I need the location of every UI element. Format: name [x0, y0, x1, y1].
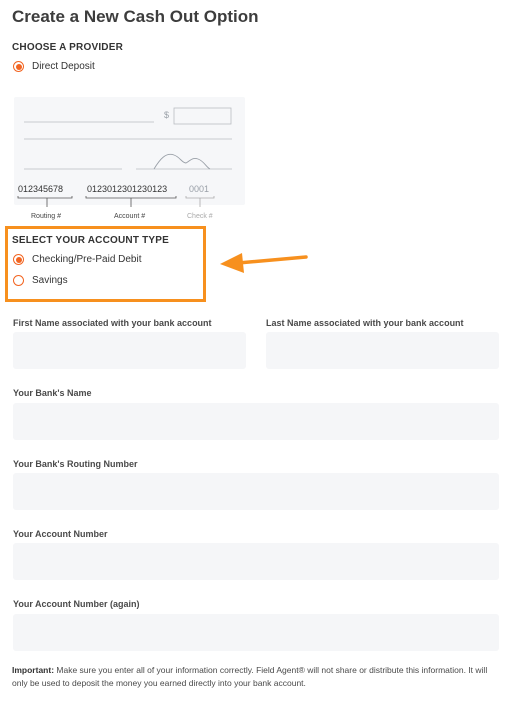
routing-caption: Routing #: [31, 213, 61, 220]
account-type-heading: SELECT YOUR ACCOUNT TYPE: [12, 235, 170, 246]
check-routing-number: 012345678: [18, 184, 63, 194]
radio-selected-icon[interactable]: [13, 61, 24, 72]
check-illustration: $ 012345678 0123012301230123 0001 Routin…: [14, 97, 246, 225]
check-caption: Check #: [187, 213, 213, 220]
important-note: Important: Make sure you enter all of yo…: [12, 664, 502, 690]
account-type-checking[interactable]: Checking/Pre-Paid Debit: [13, 254, 142, 265]
account-number-label: Your Account Number: [13, 529, 108, 539]
account-number-again-label: Your Account Number (again): [13, 599, 140, 609]
routing-number-input[interactable]: [13, 473, 499, 510]
check-number: 0001: [189, 184, 209, 194]
account-type-savings[interactable]: Savings: [13, 275, 68, 286]
radio-unselected-icon[interactable]: [13, 275, 24, 286]
last-name-input[interactable]: [266, 332, 499, 369]
provider-option-direct-deposit[interactable]: Direct Deposit: [13, 61, 95, 72]
first-name-input[interactable]: [13, 332, 246, 369]
bank-name-input[interactable]: [13, 403, 499, 440]
first-name-label: First Name associated with your bank acc…: [13, 318, 212, 328]
page-title: Create a New Cash Out Option: [12, 7, 259, 26]
account-type-checking-label: Checking/Pre-Paid Debit: [32, 254, 142, 265]
account-number-input[interactable]: [13, 543, 499, 580]
account-caption: Account #: [114, 213, 145, 220]
routing-number-label: Your Bank's Routing Number: [13, 459, 138, 469]
account-number-again-input[interactable]: [13, 614, 499, 651]
provider-option-label: Direct Deposit: [32, 61, 95, 72]
choose-provider-heading: CHOOSE A PROVIDER: [12, 42, 124, 53]
important-note-prefix: Important:: [12, 665, 55, 675]
dollar-sign: $: [164, 110, 169, 120]
bank-name-label: Your Bank's Name: [13, 388, 92, 398]
last-name-label: Last Name associated with your bank acco…: [266, 318, 464, 328]
important-note-text: Make sure you enter all of your informat…: [12, 665, 488, 688]
radio-selected-icon[interactable]: [13, 254, 24, 265]
arrow-left-icon: [220, 253, 308, 273]
check-image: $ 012345678 0123012301230123 0001 Routin…: [14, 97, 245, 220]
check-account-number: 0123012301230123: [87, 184, 167, 194]
account-type-savings-label: Savings: [32, 275, 68, 286]
